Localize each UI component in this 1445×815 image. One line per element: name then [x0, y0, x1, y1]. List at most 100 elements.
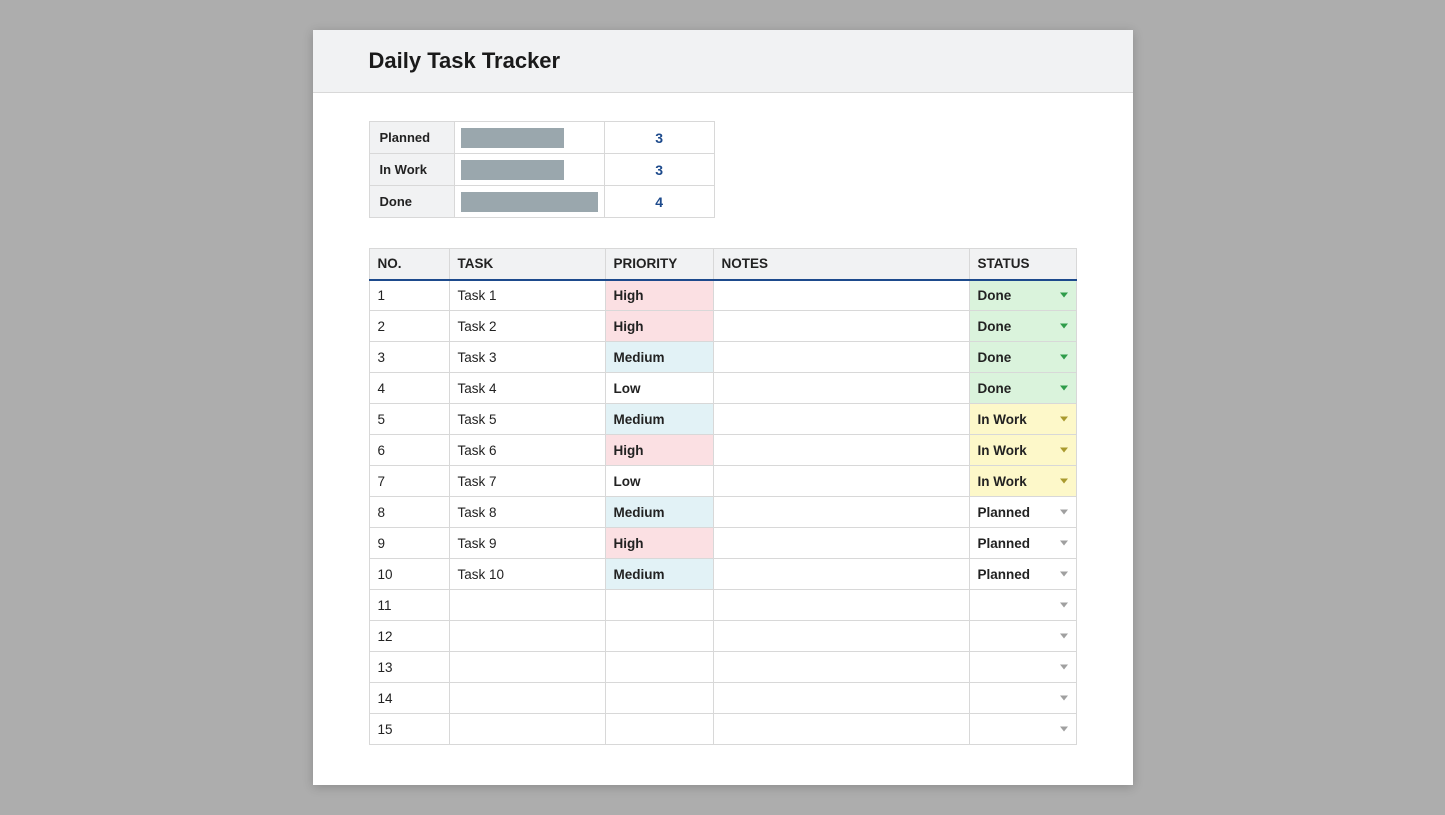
task-status-dropdown[interactable]: In Work	[969, 435, 1076, 466]
task-notes[interactable]	[713, 466, 969, 497]
task-name[interactable]: Task 1	[449, 280, 605, 311]
task-status-dropdown[interactable]: Planned	[969, 559, 1076, 590]
summary-table: Planned3In Work3Done4	[369, 121, 715, 218]
task-name[interactable]: Task 5	[449, 404, 605, 435]
task-name[interactable]: Task 4	[449, 373, 605, 404]
dropdown-caret-icon	[1060, 603, 1068, 608]
task-name[interactable]	[449, 714, 605, 745]
summary-bar	[461, 160, 563, 180]
task-status-dropdown[interactable]	[969, 652, 1076, 683]
summary-label: Done	[369, 186, 455, 218]
task-status-dropdown[interactable]: Done	[969, 342, 1076, 373]
task-row: 7Task 7Low In Work	[369, 466, 1076, 497]
task-notes[interactable]	[713, 683, 969, 714]
task-priority[interactable]: High	[605, 435, 713, 466]
task-priority[interactable]: Medium	[605, 559, 713, 590]
summary-row: Planned3	[369, 122, 714, 154]
task-notes[interactable]	[713, 497, 969, 528]
task-name[interactable]	[449, 621, 605, 652]
task-status-dropdown[interactable]	[969, 590, 1076, 621]
task-status-dropdown[interactable]: In Work	[969, 466, 1076, 497]
task-no: 1	[369, 280, 449, 311]
task-row: 10Task 10MediumPlanned	[369, 559, 1076, 590]
task-notes[interactable]	[713, 528, 969, 559]
task-row: 3Task 3Medium Done	[369, 342, 1076, 373]
task-notes[interactable]	[713, 435, 969, 466]
task-status-dropdown[interactable]: Planned	[969, 497, 1076, 528]
summary-count: 3	[604, 154, 714, 186]
tasks-table: NO. TASK PRIORITY NOTES STATUS 1Task 1Hi…	[369, 248, 1077, 745]
task-status-label: In Work	[978, 474, 1027, 489]
task-priority[interactable]: High	[605, 280, 713, 311]
summary-row: Done4	[369, 186, 714, 218]
task-status-label: Planned	[978, 536, 1031, 551]
task-status-dropdown[interactable]	[969, 714, 1076, 745]
task-status-dropdown[interactable]	[969, 621, 1076, 652]
task-notes[interactable]	[713, 652, 969, 683]
task-notes[interactable]	[713, 590, 969, 621]
task-priority[interactable]: Medium	[605, 342, 713, 373]
dropdown-caret-icon	[1060, 448, 1068, 453]
task-no: 7	[369, 466, 449, 497]
task-no: 14	[369, 683, 449, 714]
task-priority[interactable]: High	[605, 528, 713, 559]
task-no: 6	[369, 435, 449, 466]
task-status-dropdown[interactable]: Done	[969, 373, 1076, 404]
task-status-label: In Work	[978, 412, 1027, 427]
task-notes[interactable]	[713, 559, 969, 590]
task-priority[interactable]: High	[605, 311, 713, 342]
task-name[interactable]: Task 7	[449, 466, 605, 497]
task-name[interactable]: Task 2	[449, 311, 605, 342]
task-name[interactable]	[449, 652, 605, 683]
task-priority[interactable]	[605, 621, 713, 652]
task-no: 11	[369, 590, 449, 621]
task-priority[interactable]: Medium	[605, 404, 713, 435]
dropdown-caret-icon	[1060, 727, 1068, 732]
task-status-dropdown[interactable]	[969, 683, 1076, 714]
task-status-dropdown[interactable]: Planned	[969, 528, 1076, 559]
summary-row: In Work 3	[369, 154, 714, 186]
dropdown-caret-icon	[1060, 572, 1068, 577]
task-name[interactable]: Task 8	[449, 497, 605, 528]
task-priority[interactable]	[605, 714, 713, 745]
col-header-no: NO.	[369, 249, 449, 280]
task-notes[interactable]	[713, 714, 969, 745]
task-priority[interactable]	[605, 590, 713, 621]
dropdown-caret-icon	[1060, 634, 1068, 639]
summary-count: 3	[604, 122, 714, 154]
task-row: 1Task 1High Done	[369, 280, 1076, 311]
task-no: 3	[369, 342, 449, 373]
task-priority[interactable]: Medium	[605, 497, 713, 528]
dropdown-caret-icon	[1060, 324, 1068, 329]
summary-bar-cell	[455, 154, 604, 186]
task-name[interactable]: Task 9	[449, 528, 605, 559]
task-name[interactable]	[449, 683, 605, 714]
task-priority[interactable]: Low	[605, 466, 713, 497]
task-status-dropdown[interactable]: Done	[969, 311, 1076, 342]
task-name[interactable]: Task 10	[449, 559, 605, 590]
summary-bar-cell	[455, 122, 604, 154]
task-notes[interactable]	[713, 404, 969, 435]
task-priority[interactable]: Low	[605, 373, 713, 404]
summary-label: In Work	[369, 154, 455, 186]
task-notes[interactable]	[713, 280, 969, 311]
task-name[interactable]	[449, 590, 605, 621]
task-status-dropdown[interactable]: Done	[969, 280, 1076, 311]
dropdown-caret-icon	[1060, 479, 1068, 484]
header: Daily Task Tracker	[313, 30, 1133, 93]
task-notes[interactable]	[713, 373, 969, 404]
task-notes[interactable]	[713, 621, 969, 652]
task-notes[interactable]	[713, 342, 969, 373]
task-status-dropdown[interactable]: In Work	[969, 404, 1076, 435]
task-name[interactable]: Task 3	[449, 342, 605, 373]
summary-bar	[461, 192, 597, 212]
task-status-label: Done	[978, 288, 1012, 303]
task-name[interactable]: Task 6	[449, 435, 605, 466]
task-priority[interactable]	[605, 683, 713, 714]
task-row: 5Task 5Medium In Work	[369, 404, 1076, 435]
col-header-priority: PRIORITY	[605, 249, 713, 280]
task-no: 5	[369, 404, 449, 435]
task-notes[interactable]	[713, 311, 969, 342]
task-row: 6Task 6High In Work	[369, 435, 1076, 466]
task-priority[interactable]	[605, 652, 713, 683]
